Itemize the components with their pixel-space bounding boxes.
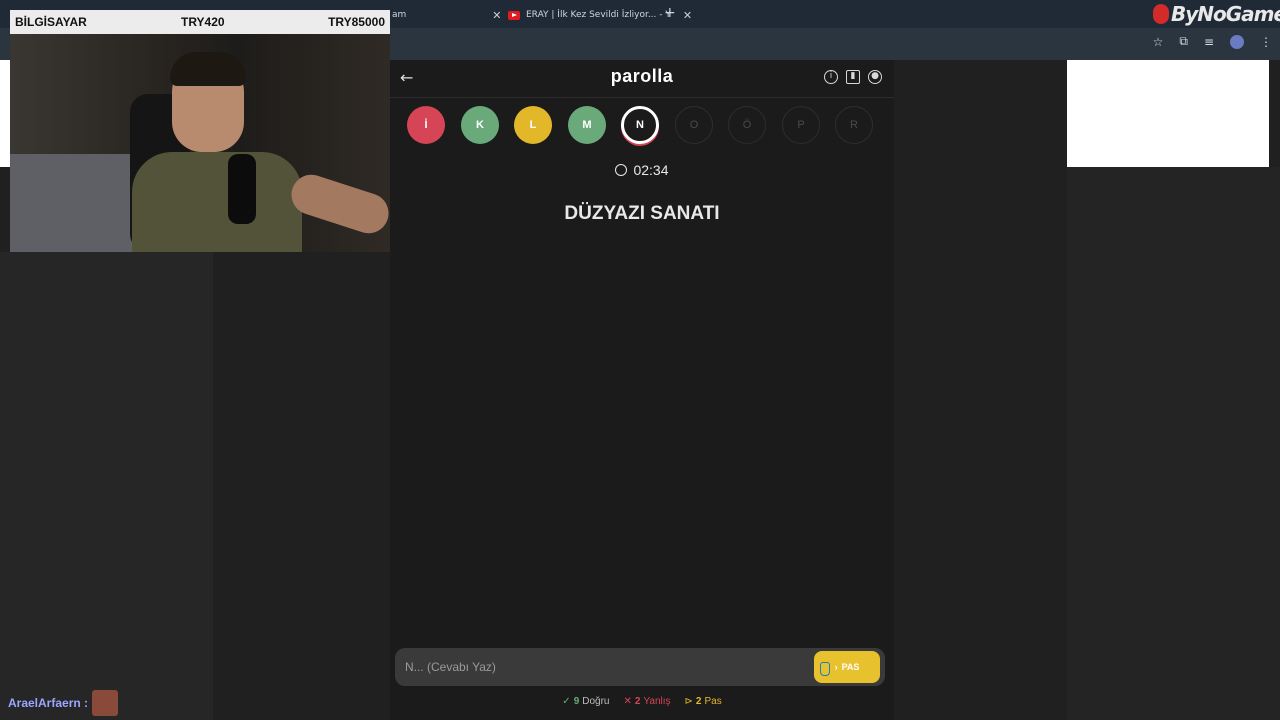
page-side-left bbox=[0, 252, 213, 720]
chat-message: AraelArfaern : bbox=[8, 690, 119, 716]
stats-middle: TRY420 bbox=[181, 15, 225, 29]
game-title: parolla bbox=[610, 66, 674, 86]
letter-circle: R bbox=[835, 106, 873, 144]
score-summary: ✓ 9 Doğru ✕ 2 Yanlış ⊳ 2 Pas bbox=[390, 696, 894, 707]
stats-right: TRY85000 bbox=[328, 15, 385, 29]
letter-circle: M bbox=[568, 106, 606, 144]
profile-avatar-icon[interactable] bbox=[1230, 34, 1244, 49]
score-pass: ⊳ 2 Pas bbox=[684, 696, 722, 707]
menu-icon[interactable]: ⋮ bbox=[1260, 35, 1272, 49]
letter-circle-active: N bbox=[621, 106, 659, 144]
youtube-icon bbox=[508, 10, 520, 20]
bookmark-star-icon[interactable]: ☆ bbox=[1153, 35, 1164, 49]
answer-input[interactable] bbox=[395, 648, 805, 686]
countdown-timer: 02:34 bbox=[390, 162, 894, 178]
webcam-microphone bbox=[228, 154, 256, 224]
answer-box: › PAS bbox=[395, 648, 885, 686]
webcam-background-bed bbox=[10, 154, 150, 252]
page-side-right bbox=[1067, 167, 1280, 720]
check-icon: ✓ bbox=[562, 696, 571, 707]
chevron-right-icon: › bbox=[834, 662, 838, 672]
letter-circle: P bbox=[782, 106, 820, 144]
score-wrong: ✕ 2 Yanlış bbox=[623, 696, 671, 707]
info-icon[interactable]: i bbox=[824, 70, 838, 84]
donation-stats-bar: BİLGİSAYAR TRY420 TRY85000 bbox=[10, 10, 390, 34]
chat-username: AraelArfaern : bbox=[8, 696, 89, 710]
extensions-icon[interactable]: ⧉ bbox=[1179, 34, 1188, 49]
question-text: DÜZYAZI SANATI bbox=[564, 203, 720, 224]
logo-text: ByNoGame bbox=[1171, 2, 1280, 26]
stats-chart-icon[interactable]: ▮ bbox=[846, 70, 860, 84]
page-background-right bbox=[1067, 60, 1269, 167]
tab-2-close-icon[interactable]: ✕ bbox=[683, 9, 692, 22]
logo-mark-icon bbox=[1153, 4, 1169, 24]
letter-circle: L bbox=[514, 106, 552, 144]
header-icons: i ▮ ● bbox=[824, 70, 882, 84]
webcam-feed bbox=[10, 34, 390, 252]
letter-circle: Ö bbox=[728, 106, 766, 144]
parolla-game: ← parolla i ▮ ● İ K L M N O Ö P R 02:34 … bbox=[390, 60, 894, 720]
tab-1-title: am bbox=[392, 10, 407, 20]
letter-circle: O bbox=[675, 106, 713, 144]
tab-1-close-icon[interactable]: ✕ bbox=[492, 9, 501, 22]
cross-icon: ✕ bbox=[623, 696, 632, 707]
toolbar-icons: ☆ ⧉ ≡ ⋮ bbox=[1153, 34, 1272, 49]
letter-circle: İ bbox=[407, 106, 445, 144]
browser-tab-1[interactable]: am ✕ bbox=[392, 4, 502, 26]
user-profile-icon[interactable]: ● bbox=[868, 70, 882, 84]
chat-emote-icon bbox=[92, 690, 119, 716]
game-header: ← parolla i ▮ ● bbox=[390, 60, 894, 98]
new-tab-button[interactable]: + bbox=[664, 5, 676, 21]
letter-wheel: İ K L M N O Ö P R bbox=[407, 106, 877, 146]
letter-circle: K bbox=[461, 106, 499, 144]
score-correct: ✓ 9 Doğru bbox=[562, 696, 610, 707]
stats-label: BİLGİSAYAR bbox=[15, 15, 87, 29]
timer-value: 02:34 bbox=[633, 162, 669, 178]
webcam-person-torso bbox=[132, 152, 302, 252]
skip-icon: ⊳ bbox=[684, 696, 693, 707]
pass-button-label: PAS bbox=[841, 662, 860, 672]
webcam-person-hair bbox=[170, 52, 246, 86]
mouse-cursor-icon bbox=[820, 662, 830, 676]
media-icon[interactable]: ≡ bbox=[1204, 35, 1214, 49]
bynogame-logo: ByNoGame bbox=[1153, 2, 1280, 26]
clock-icon bbox=[615, 164, 628, 176]
tab-2-title: ERAY | İlk Kez Sevildi İzliyor... - Y bbox=[526, 10, 671, 20]
